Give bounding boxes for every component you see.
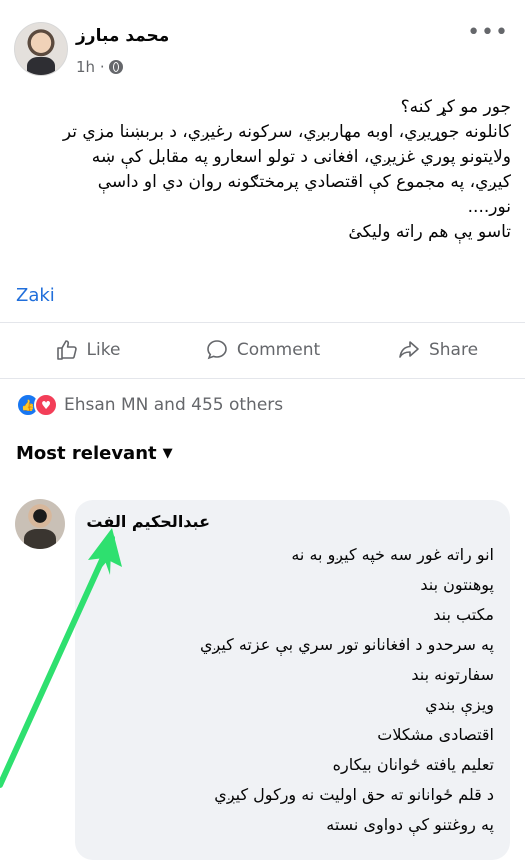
comment-button[interactable]: Comment: [175, 322, 350, 378]
globe-icon: [108, 60, 123, 74]
share-icon: [399, 341, 419, 358]
post-time[interactable]: 1h ·: [76, 58, 105, 76]
thumbs-up-icon: [56, 340, 77, 360]
post-line: ولایتونو پوري غزیږي، افغانی د تولو اسعار…: [91, 147, 511, 167]
post-meta: 1h ·: [76, 58, 123, 76]
comment-line: په روغتنو کې دواوی نسته: [326, 815, 494, 834]
post-header: محمد مبارز 1h · •••: [0, 0, 525, 95]
reactions-text: Ehsan MN and 455 others: [64, 395, 284, 415]
post-line: کیږي، په مجموع کې اقتصادي پرمختګونه روان…: [97, 172, 511, 192]
comment-line: ویزې بندي: [425, 695, 494, 714]
chevron-down-icon: ▼: [162, 446, 173, 461]
comments-filter-dropdown[interactable]: Most relevant ▼: [16, 443, 173, 464]
post-line: تاسو یې هم راته ولیکئ: [348, 222, 511, 242]
post-line: کانلونه جوړیږي، اوبه مهاربږي، سرکونه رغی…: [62, 122, 511, 142]
post-actions: Like Comment Share: [0, 322, 525, 378]
divider: [0, 378, 525, 379]
comment-bubble: عبدالحکیم الفت انو راته غور سه خپه کیږو …: [75, 500, 510, 860]
like-button[interactable]: Like: [0, 322, 175, 378]
comment-line: انو راته غور سه خپه کیږو به نه: [291, 545, 494, 564]
post-author-name[interactable]: محمد مبارز: [76, 26, 169, 46]
comment-author-name[interactable]: عبدالحکیم الفت: [86, 512, 210, 531]
author-avatar[interactable]: [14, 22, 68, 76]
love-icon: ♥: [34, 393, 58, 417]
comment-line: اقتصادی مشکلات: [377, 725, 494, 744]
comment-line: سفارتونه بند: [411, 665, 494, 684]
comment-label: Comment: [236, 340, 321, 360]
comment-line: په سرحدو د افغانانو تور سري بې عزته کیږي: [199, 635, 494, 654]
more-icon[interactable]: •••: [467, 20, 509, 45]
comment-line: تعلیم یافته ځوانان بیکاره: [332, 755, 494, 774]
share-button[interactable]: Share: [350, 322, 525, 378]
post-text: جور مو کړ کنه؟ کانلونه جوړیږي، اوبه مهار…: [16, 95, 511, 245]
share-label: Share: [428, 340, 479, 360]
comment-line: مکتب بند: [433, 605, 494, 624]
comment-icon: [207, 340, 227, 360]
comments-filter-label: Most relevant: [16, 443, 157, 464]
tagged-user-link[interactable]: Zaki: [16, 285, 55, 306]
like-label: Like: [86, 340, 121, 360]
comment-text: انو راته غور سه خپه کیږو به نه پوهنتون ب…: [200, 540, 494, 840]
comment-line: پوهنتون بند: [420, 575, 494, 594]
post-line: جور مو کړ کنه؟: [400, 97, 511, 117]
reactions-summary[interactable]: 👍 ♥ Ehsan MN and 455 others: [16, 393, 283, 417]
comment-line: د قلم ځوانانو ته حق اولیت نه ورکول کیږي: [214, 785, 494, 804]
commenter-avatar[interactable]: [15, 499, 65, 549]
post-line: نور....: [467, 197, 511, 217]
